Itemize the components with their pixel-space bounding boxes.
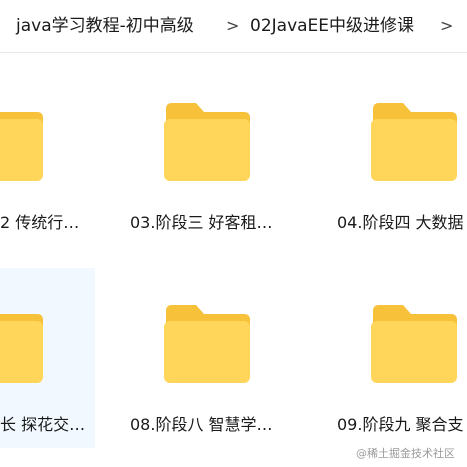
folder-icon	[162, 103, 252, 181]
folder-icon	[369, 103, 459, 181]
folder-label: 09.阶段九 聚合支	[337, 415, 464, 434]
folder-icon	[0, 305, 45, 383]
folder-tile[interactable]: 08.阶段八 智慧学…	[115, 268, 305, 448]
file-explorer: java学习教程-初中高级 > 02JavaEE中级进修课 > 2 传统行… 0…	[0, 0, 467, 467]
folder-label: 长 探花交…	[0, 415, 86, 434]
watermark: @稀土掘金技术社区	[356, 447, 455, 460]
folder-tile[interactable]: 04.阶段四 大数据	[322, 60, 467, 240]
folder-tile[interactable]: 03.阶段三 好客租…	[115, 60, 305, 240]
folder-icon	[162, 305, 252, 383]
breadcrumb-separator: >	[440, 16, 454, 35]
breadcrumb-separator: >	[226, 16, 240, 35]
folder-tile[interactable]: 2 传统行…	[0, 60, 95, 240]
folder-label: 03.阶段三 好客租…	[130, 213, 273, 232]
breadcrumb-item-root[interactable]: java学习教程-初中高级	[16, 15, 194, 37]
breadcrumb-item-current[interactable]: 02JavaEE中级进修课	[250, 15, 414, 37]
folder-label: 2 传统行…	[0, 213, 80, 232]
folder-icon	[369, 305, 459, 383]
breadcrumb: java学习教程-初中高级 > 02JavaEE中级进修课 >	[0, 0, 467, 53]
folder-label: 04.阶段四 大数据	[337, 213, 464, 232]
folder-tile[interactable]: 09.阶段九 聚合支	[322, 268, 467, 448]
folder-label: 08.阶段八 智慧学…	[130, 415, 273, 434]
folder-icon	[0, 103, 45, 181]
folder-tile-selected[interactable]: 长 探花交…	[0, 268, 95, 448]
